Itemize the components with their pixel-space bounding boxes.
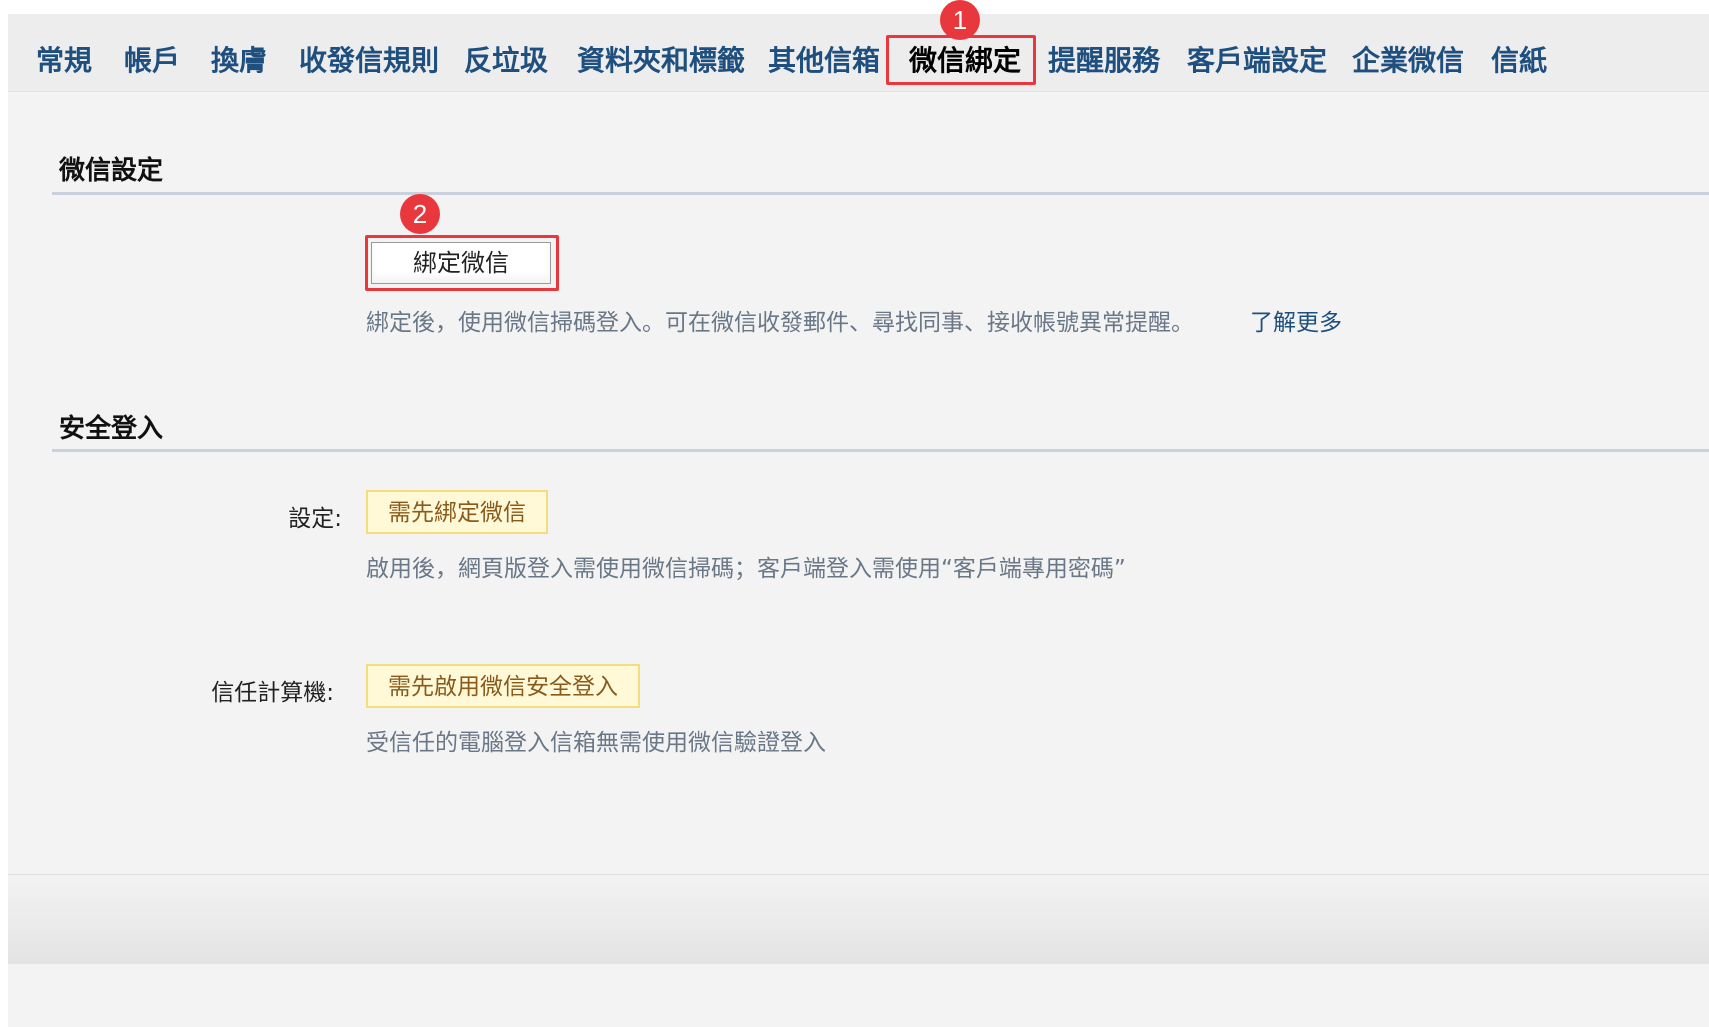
bind-wechat-button[interactable]: 綁定微信 (371, 242, 551, 284)
tab-reminder-service[interactable]: 提醒服務 (1048, 41, 1160, 81)
tab-anti-spam[interactable]: 反垃圾 (464, 41, 548, 81)
step-marker-2: 2 (400, 194, 440, 234)
wechat-settings-title: 微信設定 (59, 156, 164, 186)
trusted-computer-description: 受信任的電腦登入信箱無需使用微信驗證登入 (366, 730, 826, 756)
settings-tab-bar: 常規 帳戶 換膚 收發信規則 反垃圾 資料夾和標籤 其他信箱 微信綁定 提醒服務… (8, 14, 1709, 92)
secure-login-title: 安全登入 (59, 414, 164, 444)
wechat-bind-description: 綁定後，使用微信掃碼登入。可在微信收發郵件、尋找同事、接收帳號異常提醒。 (366, 310, 1194, 336)
bind-wechat-required-badge[interactable]: 需先綁定微信 (366, 490, 548, 534)
step-marker-1: 1 (940, 0, 980, 40)
section-divider (52, 192, 1709, 195)
tab-wechat-binding[interactable]: 微信綁定 (909, 41, 1021, 81)
tab-enterprise-wechat[interactable]: 企業微信 (1352, 41, 1464, 81)
tab-stationery[interactable]: 信紙 (1491, 41, 1547, 81)
learn-more-link[interactable]: 了解更多 (1250, 303, 1342, 337)
tab-general[interactable]: 常規 (36, 41, 92, 81)
tab-mail-rules[interactable]: 收發信規則 (299, 41, 439, 81)
tab-other-mailboxes[interactable]: 其他信箱 (768, 41, 880, 81)
settings-panel: 常規 帳戶 換膚 收發信規則 反垃圾 資料夾和標籤 其他信箱 微信綁定 提醒服務… (8, 0, 1709, 1027)
tab-client-settings[interactable]: 客戶端設定 (1187, 41, 1327, 81)
secure-login-description: 啟用後，網頁版登入需使用微信掃碼；客戶端登入需使用“客戶端專用密碼” (366, 556, 1126, 582)
tab-folders-labels[interactable]: 資料夾和標籤 (577, 41, 745, 81)
section-divider (52, 449, 1709, 452)
trusted-computer-label: 信任計算機: (211, 680, 334, 706)
enable-secure-login-required-badge[interactable]: 需先啟用微信安全登入 (366, 664, 640, 708)
setting-label: 設定: (288, 506, 342, 532)
tab-skin[interactable]: 換膚 (211, 41, 267, 81)
footer-bar (8, 874, 1709, 964)
tab-account[interactable]: 帳戶 (124, 41, 180, 81)
